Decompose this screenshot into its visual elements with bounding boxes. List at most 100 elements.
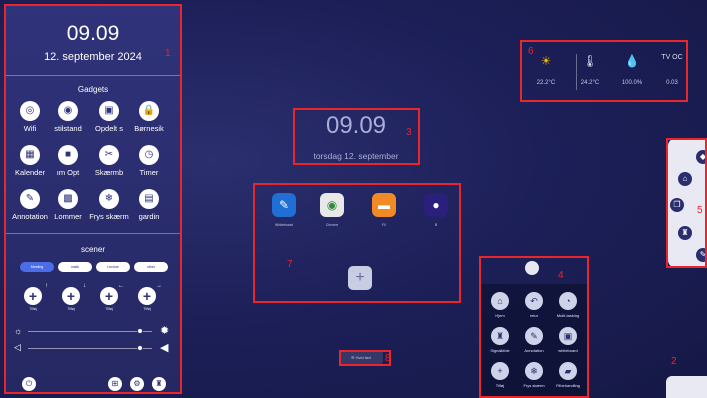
- multitask-icon: ◔: [559, 292, 577, 310]
- brightness-slider[interactable]: [28, 331, 152, 332]
- whiteboard-icon: ▣: [559, 327, 577, 345]
- gadget-button[interactable]: ✂ Skærmb: [87, 145, 131, 177]
- grid-icon: ▩: [58, 189, 78, 209]
- windows-icon[interactable]: ❐: [670, 198, 684, 212]
- tool-button[interactable]: ▰ Filbehandling: [552, 362, 584, 388]
- weather-value: 0.03: [666, 80, 678, 86]
- whiteboard-shortcut-button[interactable]: ☰ Hvid tavl: [339, 351, 383, 364]
- arrow-icon: ←: [118, 283, 124, 289]
- app-shortcut[interactable]: ✎ Whiteboard: [270, 193, 298, 227]
- scene-add-button[interactable]: + → Tilføj: [132, 283, 162, 311]
- app-shortcut[interactable]: ● B: [422, 193, 450, 227]
- freeze-icon: ❄: [525, 362, 543, 380]
- tool-label: whiteboard: [558, 348, 578, 353]
- files-app-icon: ▬: [372, 193, 396, 217]
- tool-button[interactable]: ↶ retur: [518, 292, 550, 318]
- app-shortcut[interactable]: ◉ Chrome: [318, 193, 346, 227]
- tool-label: Signalkilde: [490, 348, 510, 353]
- camera-icon: ■: [58, 145, 78, 165]
- arrow-icon: →: [156, 283, 162, 289]
- scene-tab[interactable]: Meeting: [20, 262, 54, 272]
- curtain-icon: ▤: [139, 189, 159, 209]
- gadget-label: Lommer: [54, 212, 82, 221]
- gadget-button[interactable]: ❄ Frys skærm: [87, 189, 131, 221]
- speaker-icon: ◁: [14, 342, 21, 352]
- tool-button[interactable]: ⌂ Hjem: [484, 292, 516, 318]
- scene-add-button[interactable]: + ↓ Tilføj: [56, 283, 86, 311]
- scene-label: Tilføj: [67, 307, 75, 311]
- app-label: Whiteboard: [275, 223, 293, 227]
- tool-label: Filbehandling: [556, 383, 580, 388]
- split-screen-icon: ▣: [99, 101, 119, 121]
- plus-icon: +: [62, 287, 80, 305]
- gadget-label: Timer: [139, 168, 159, 177]
- divider: [4, 233, 182, 234]
- plus-icon: +: [24, 287, 42, 305]
- scene-tab[interactable]: matic: [58, 262, 92, 272]
- child-lock-icon: 🔒: [139, 101, 159, 121]
- volume-slider[interactable]: [28, 348, 152, 349]
- gadget-button[interactable]: ◉ stilstand: [46, 101, 90, 133]
- gadget-button[interactable]: ◷ Timer: [127, 145, 171, 177]
- wifi-icon: ◎: [20, 101, 40, 121]
- pen-icon[interactable]: ✎: [696, 248, 707, 262]
- divider: [576, 54, 577, 90]
- gadget-button[interactable]: ■ ım Opt: [46, 145, 90, 177]
- scene-add-button[interactable]: + ← Tilføj: [94, 283, 124, 311]
- scene-add-button[interactable]: + ↑ Tilføj: [18, 283, 48, 311]
- brightness-slider-knob[interactable]: [136, 328, 143, 334]
- tool-button[interactable]: ▣ whiteboard: [552, 327, 584, 353]
- gadget-label: Frys skærm: [89, 212, 129, 221]
- home-icon[interactable]: ⌂: [678, 172, 692, 186]
- projector-icon[interactable]: ♜: [678, 226, 692, 240]
- gadget-button[interactable]: ▣ Opdelt s: [87, 101, 131, 133]
- add-app-button[interactable]: +: [348, 266, 372, 290]
- droplet-icon: 💧: [624, 54, 640, 68]
- arrow-icon: ↓: [83, 283, 86, 289]
- panel-clock-time: 09.09: [66, 22, 120, 45]
- annotation-label: 2: [671, 356, 677, 367]
- gadget-label: ım Opt: [56, 168, 80, 177]
- control-center-panel: 09.09 12. september 2024 Gadgets ◎ Wifi ◉ s…: [4, 4, 182, 394]
- tool-button[interactable]: + Tilføj: [484, 362, 516, 388]
- windows-icon[interactable]: ⊞: [108, 377, 122, 391]
- gadget-button[interactable]: ▩ Lommer: [46, 189, 90, 221]
- tool-label: Annotation: [524, 348, 544, 353]
- tool-label: Hjem: [495, 313, 505, 318]
- settings-icon[interactable]: ⚙: [130, 377, 144, 391]
- tool-button[interactable]: ◔ Multi-tasking: [552, 292, 584, 318]
- arrow-icon: ↑: [45, 283, 48, 289]
- bottom-right-toolbar[interactable]: [666, 376, 707, 398]
- back-arrow-icon[interactable]: ◆: [696, 150, 707, 164]
- annotation-label: 3: [406, 127, 412, 138]
- gadget-button[interactable]: ▤ gardin: [127, 189, 171, 221]
- gadget-button[interactable]: 🔒 Børnesik: [127, 101, 171, 133]
- tool-label: Multi-tasking: [556, 313, 580, 318]
- app-label: Chrome: [325, 223, 339, 227]
- menu-handle-button[interactable]: [525, 261, 539, 275]
- scene-label: Tilføj: [143, 307, 151, 311]
- tool-button[interactable]: ❄ Frys skærm: [518, 362, 550, 388]
- app-shortcut[interactable]: ▬ Fil: [370, 193, 398, 227]
- power-icon[interactable]: ⏻: [22, 377, 36, 391]
- scene-tab[interactable]: Lecture: [96, 262, 130, 272]
- tool-button[interactable]: ♜ Signalkilde: [484, 327, 516, 353]
- weather-value: 22.2°C: [536, 80, 556, 86]
- thermometer-icon: 🌡: [582, 54, 598, 68]
- tool-label: Frys skærm: [523, 383, 545, 388]
- gadgets-title: Gadgets: [77, 85, 109, 94]
- back-icon: ↶: [525, 292, 543, 310]
- app-label: B: [434, 223, 438, 227]
- eye-icon: ◉: [58, 101, 78, 121]
- tool-button[interactable]: ✎ Annotation: [518, 327, 550, 353]
- scissors-icon: ✂: [99, 145, 119, 165]
- annotation-label: 6: [528, 46, 534, 57]
- scene-tab[interactable]: other: [134, 262, 168, 272]
- volume-slider-knob[interactable]: [136, 345, 143, 351]
- home-clock-date: torsdag 12. september: [313, 151, 399, 161]
- plus-icon: +: [138, 287, 156, 305]
- projector-icon[interactable]: ♜: [152, 377, 166, 391]
- timer-icon: ◷: [139, 145, 159, 165]
- weather-value: 100.0%: [621, 80, 643, 86]
- annotation-label: 7: [287, 259, 293, 270]
